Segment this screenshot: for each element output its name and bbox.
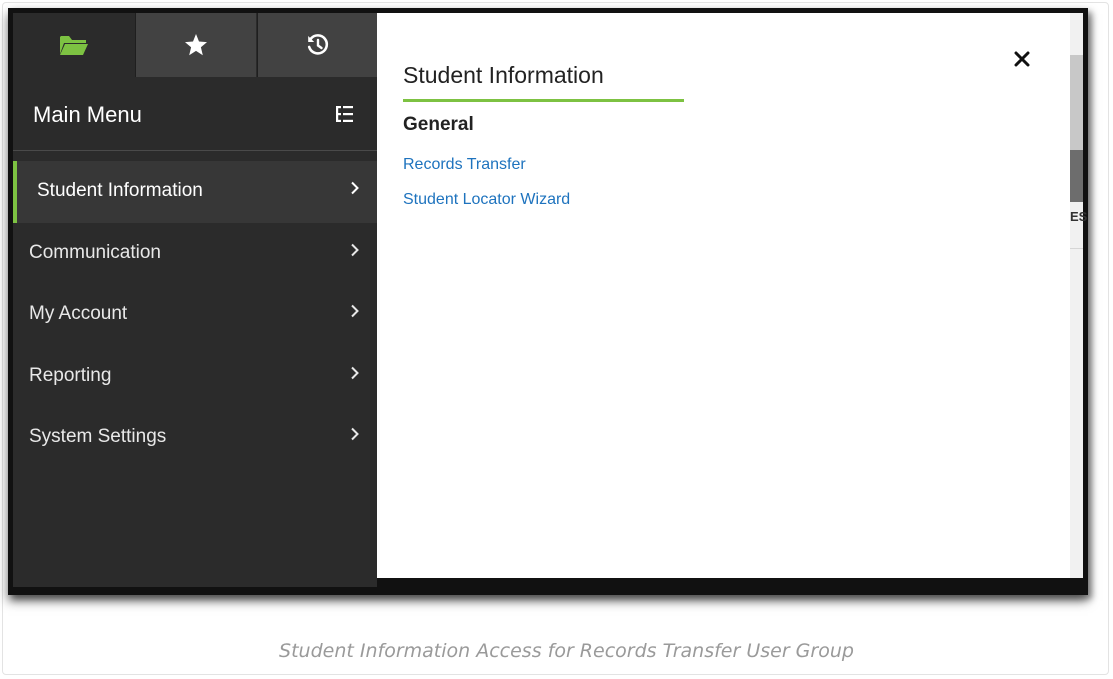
menu-item-label: Communication bbox=[29, 242, 161, 263]
menu-item-my-account[interactable]: My Account bbox=[13, 284, 377, 346]
background-header bbox=[1070, 55, 1083, 150]
screenshot-frame: Main Menu Student Information Communicat… bbox=[8, 8, 1088, 595]
menu-item-label: System Settings bbox=[29, 426, 167, 447]
student-locator-wizard-link[interactable]: Student Locator Wizard bbox=[403, 191, 570, 209]
tab-all-tools[interactable] bbox=[13, 13, 134, 77]
chevron-right-icon bbox=[351, 304, 359, 318]
history-icon bbox=[307, 34, 328, 55]
records-transfer-link[interactable]: Records Transfer bbox=[403, 156, 526, 174]
chevron-right-icon bbox=[351, 181, 359, 195]
chevron-right-icon bbox=[351, 366, 359, 380]
menu-item-label: Reporting bbox=[29, 365, 112, 386]
menu-item-communication[interactable]: Communication bbox=[13, 223, 377, 285]
star-icon bbox=[185, 34, 207, 56]
menu-tabs bbox=[13, 13, 377, 77]
chevron-right-icon bbox=[351, 427, 359, 441]
close-button[interactable] bbox=[1009, 46, 1035, 72]
tab-favorites[interactable] bbox=[135, 13, 256, 77]
main-menu: Main Menu Student Information Communicat… bbox=[13, 13, 377, 587]
close-icon bbox=[1014, 51, 1030, 67]
menu-item-system-settings[interactable]: System Settings bbox=[13, 407, 377, 469]
collapse-menu-icon[interactable] bbox=[335, 105, 353, 128]
panel-title: Student Information bbox=[403, 62, 604, 88]
menu-title: Main Menu bbox=[33, 102, 142, 127]
folder-open-icon bbox=[59, 36, 88, 55]
submenu-panel: Student Information General Records Tran… bbox=[377, 13, 1070, 578]
panel-title-underline bbox=[403, 99, 684, 102]
tab-history[interactable] bbox=[257, 13, 377, 77]
chevron-right-icon bbox=[351, 243, 359, 257]
menu-item-reporting[interactable]: Reporting bbox=[13, 346, 377, 408]
section-heading: General bbox=[403, 114, 474, 135]
background-toolbar bbox=[1070, 150, 1083, 202]
menu-item-student-information[interactable]: Student Information bbox=[13, 161, 377, 223]
menu-item-label: My Account bbox=[29, 303, 128, 324]
background-partial-text: ES bbox=[1070, 209, 1088, 224]
menu-item-label: Student Information bbox=[37, 180, 203, 201]
menu-header: Main Menu bbox=[13, 77, 377, 151]
image-caption: Student Information Access for Records T… bbox=[279, 640, 854, 662]
background-app-edge: ES bbox=[1070, 13, 1087, 578]
background-divider bbox=[1070, 248, 1083, 249]
